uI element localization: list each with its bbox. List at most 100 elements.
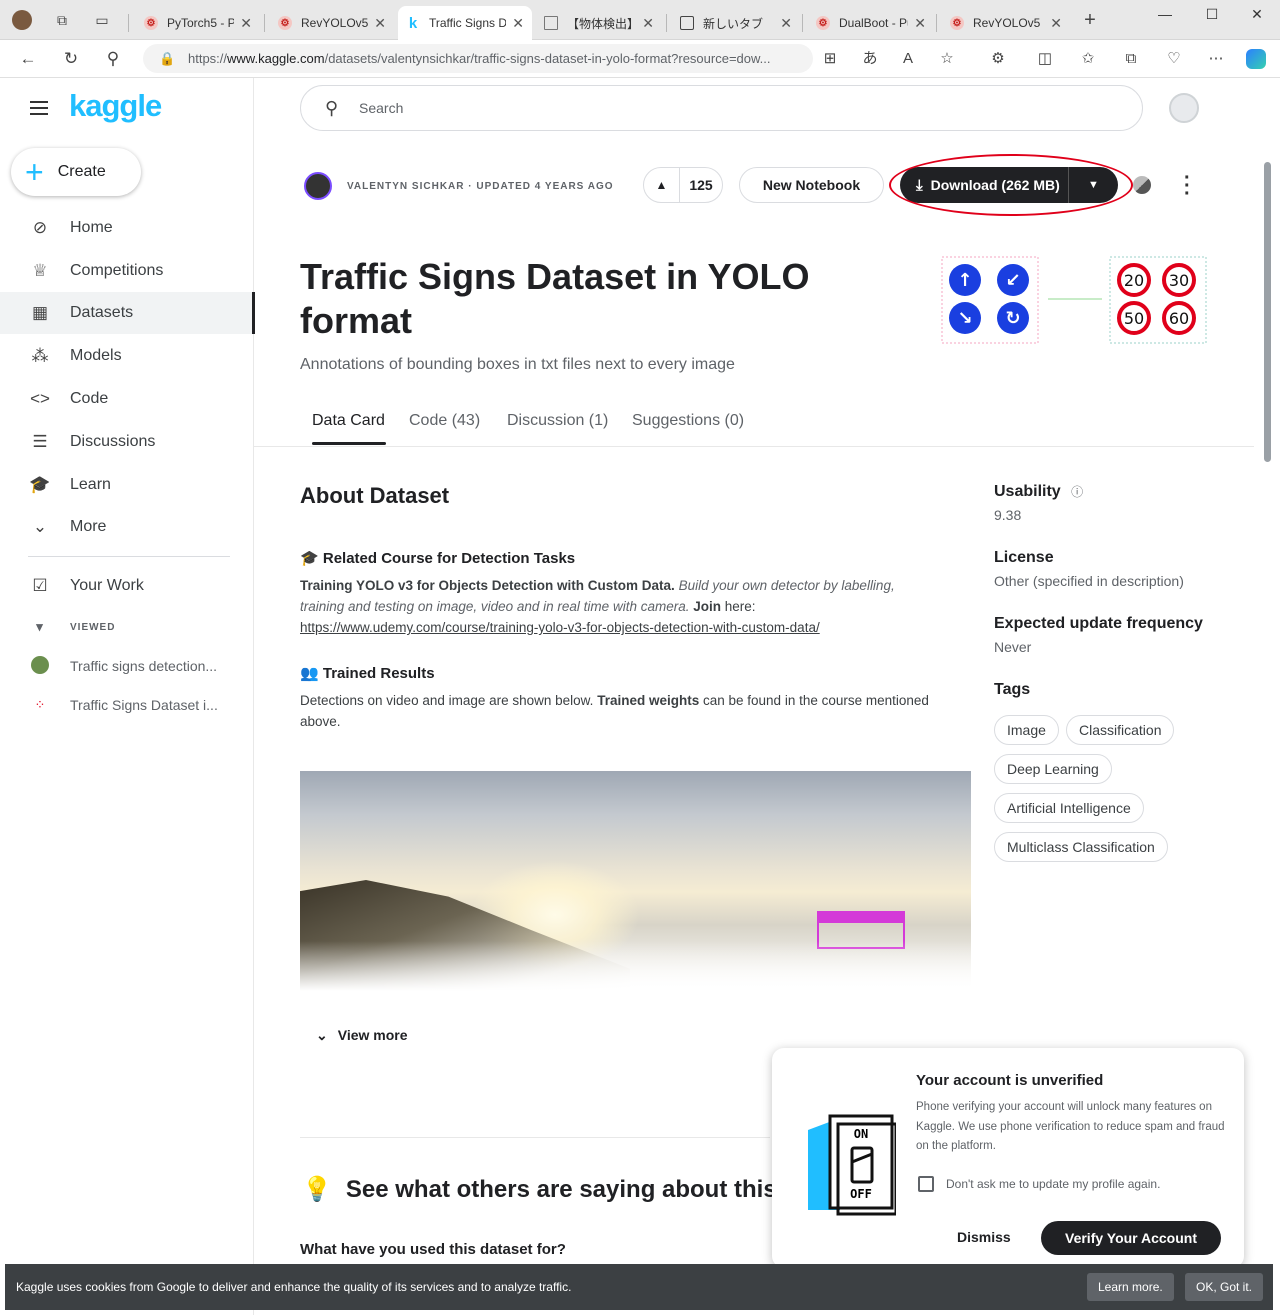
maximize-icon[interactable]: ☐ (1197, 6, 1227, 26)
browser-tab-4[interactable]: 新しいタブ ✕ (672, 6, 800, 40)
browser-tab-6[interactable]: ⚙ RevYOLOv5 - ✕ (942, 6, 1070, 40)
caret-down-icon: ▾ (36, 619, 44, 634)
chevron-down-icon: ⌄ (316, 1027, 328, 1043)
workspaces-icon[interactable]: ⧉ (52, 10, 72, 30)
kaggle-logo[interactable]: kaggle (69, 88, 162, 124)
more-menu-icon[interactable]: ⋯ (1206, 49, 1226, 69)
search-icon[interactable]: ⚲ (102, 48, 124, 70)
favorites-icon[interactable]: ✩ (1078, 49, 1098, 69)
tab-data-card[interactable]: Data Card (312, 412, 385, 446)
collections-icon[interactable]: ⧉ (1121, 49, 1141, 69)
close-icon[interactable]: ✕ (780, 15, 792, 32)
new-tab-plus-icon[interactable]: + (1080, 9, 1100, 31)
dont-ask-checkbox[interactable] (918, 1176, 934, 1192)
tab-discussion[interactable]: Discussion (1) (507, 412, 608, 446)
tags-label: Tags (994, 681, 1031, 698)
browser-tab-3[interactable]: 【物体検出】YC✕ (536, 6, 662, 40)
back-arrow-icon[interactable]: ← (17, 48, 39, 70)
upvote-arrow-icon[interactable]: ▲ (644, 168, 680, 202)
extensions-icon[interactable]: ⚙ (988, 49, 1008, 69)
more-options-icon[interactable]: · · · (1184, 168, 1191, 204)
popup-body: Phone verifying your account will unlock… (916, 1101, 1225, 1152)
url-field[interactable]: 🔒 https://www.kaggle.com/datasets/valent… (143, 44, 813, 73)
tab-code[interactable]: Code (43) (409, 412, 480, 446)
close-icon[interactable]: ✕ (642, 15, 654, 32)
user-avatar[interactable] (1169, 93, 1199, 123)
close-icon[interactable]: ✕ (914, 15, 926, 32)
scrollbar-thumb[interactable] (1264, 162, 1271, 462)
active-tab-indicator (312, 442, 386, 445)
sidebar-item-competitions[interactable]: ♕ Competitions (0, 250, 254, 292)
dataset-thumb-icon: ⁘ (34, 697, 46, 712)
dismiss-button[interactable]: Dismiss (957, 1229, 1011, 1245)
trophy-icon: ♕ (32, 261, 48, 280)
learn-more-button[interactable]: Learn more. (1087, 1273, 1174, 1301)
sidebar-item-datasets[interactable]: ▦ Datasets (0, 292, 255, 334)
sidebar-item-home[interactable]: ⊘ Home (0, 207, 254, 249)
minimize-icon[interactable]: — (1150, 6, 1180, 26)
theme-toggle-icon[interactable] (1133, 176, 1151, 194)
tag-chip[interactable]: Classification (1066, 715, 1175, 745)
kaggle-icon: k (408, 14, 418, 32)
browser-tab-5[interactable]: ⚙ DualBoot - Pu ✕ (808, 6, 934, 40)
results-heading: 👥 Trained Results (300, 665, 435, 682)
ok-got-it-button[interactable]: OK, Got it. (1185, 1273, 1264, 1301)
sidebar-item-your-work[interactable]: ☑ Your Work (0, 565, 254, 607)
close-icon[interactable]: ✕ (1050, 15, 1062, 32)
tab-suggestions[interactable]: Suggestions (0) (632, 412, 744, 446)
close-icon[interactable]: ✕ (240, 15, 252, 32)
sidebar-item-more[interactable]: ⌄ More (0, 506, 254, 548)
vote-count: 125 (689, 177, 713, 193)
upvote-control[interactable]: ▲ 125 (643, 167, 723, 203)
owner-line[interactable]: VALENTYN SICHKAR · UPDATED 4 YEARS AGO (347, 181, 614, 192)
tag-chip[interactable]: Multiclass Classification (994, 832, 1168, 862)
tag-chip[interactable]: Artificial Intelligence (994, 793, 1144, 823)
create-button[interactable]: + Create (11, 148, 141, 196)
tag-chip[interactable]: Deep Learning (994, 754, 1112, 784)
reload-icon[interactable]: ↻ (60, 48, 82, 70)
favorite-star-icon[interactable]: ☆ (937, 49, 957, 69)
tag-chip[interactable]: Image (994, 715, 1059, 745)
new-notebook-button[interactable]: New Notebook (739, 167, 884, 203)
close-icon[interactable]: ✕ (374, 15, 386, 32)
hamburger-menu-icon[interactable] (30, 101, 48, 115)
viewed-section-toggle[interactable]: ▾ VIEWED (0, 609, 254, 645)
view-more-button[interactable]: ⌄ View more (316, 1027, 408, 1044)
sidebar-item-learn[interactable]: 🎓 Learn (0, 464, 254, 506)
sidebar-item-discussions[interactable]: ☰ Discussions (0, 421, 254, 463)
sidebar-item-code[interactable]: <> Code (0, 378, 254, 420)
info-icon[interactable]: ⓘ (1071, 485, 1083, 499)
plus-icon: + (25, 154, 44, 190)
owner-avatar[interactable] (304, 172, 332, 200)
arrow-downleft-icon: ↙ (1005, 270, 1020, 291)
course-link[interactable]: https://www.udemy.com/course/training-yo… (300, 620, 820, 635)
tab-actions-icon[interactable]: ▭ (92, 10, 112, 30)
sidebar-item-models[interactable]: ⁂ Models (0, 335, 254, 377)
browser-tab-1[interactable]: ⚙ RevYOLOv5_2✕ (270, 6, 394, 40)
window-close-icon[interactable]: ✕ (1242, 6, 1272, 26)
lock-icon: 🔒 (159, 51, 176, 66)
license-value: Other (specified in description) (994, 573, 1184, 589)
split-screen-icon[interactable]: ◫ (1035, 49, 1055, 69)
viewed-item[interactable]: ⁘ Traffic Signs Dataset i... (0, 687, 254, 723)
course-paragraph: Training YOLO v3 for Objects Detection w… (300, 578, 895, 635)
search-bar[interactable]: ⚲ Search (300, 85, 1143, 131)
browser-address-bar: ← ↻ ⚲ 🔒 https://www.kaggle.com/datasets/… (0, 40, 1280, 78)
graduation-cap-icon: 🎓 (300, 550, 319, 567)
translate-icon[interactable]: あ (860, 49, 880, 69)
browser-tab-2-active[interactable]: k Traffic Signs D ✕ (398, 6, 532, 40)
verify-account-button[interactable]: Verify Your Account (1041, 1221, 1221, 1255)
profile-avatar-icon[interactable] (12, 10, 32, 30)
dont-ask-label[interactable]: Don't ask me to update my profile again. (946, 1177, 1160, 1191)
browser-tab-0[interactable]: ⚙ PyTorch5 - Pu✕ (136, 6, 260, 40)
viewed-item[interactable]: Traffic signs detection... (0, 648, 254, 684)
others-heading: 💡 See what others are saying about this (302, 1176, 777, 1203)
read-aloud-icon[interactable]: A (898, 49, 918, 69)
copilot-icon[interactable] (1246, 49, 1266, 69)
discussion-icon: ☰ (32, 432, 48, 451)
browser-essentials-icon[interactable]: ♡ (1164, 49, 1184, 69)
app-available-icon[interactable]: ⊞ (820, 49, 840, 69)
on-off-switch-illustration: ON OFF (808, 1114, 896, 1216)
license-label: License (994, 549, 1054, 566)
close-icon[interactable]: ✕ (512, 15, 524, 32)
